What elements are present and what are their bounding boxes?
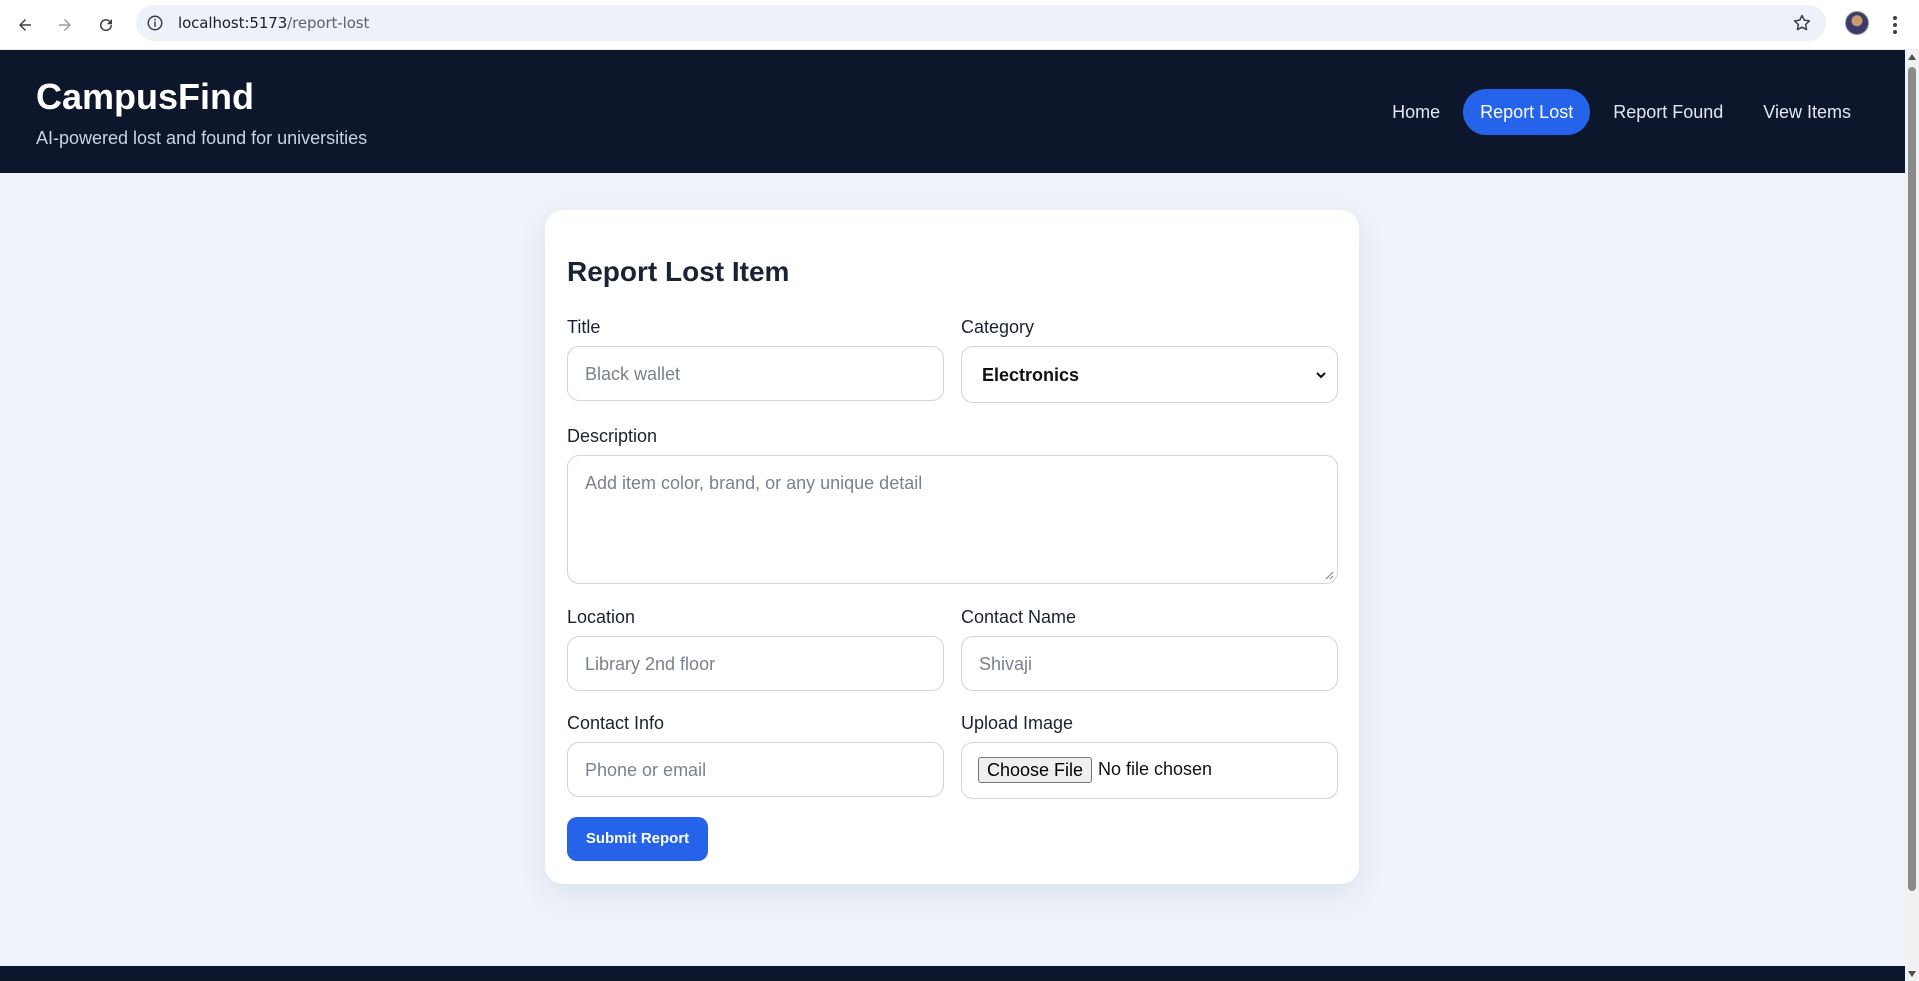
report-lost-card: Report Lost Item Title Black wallet Cate… (545, 210, 1359, 884)
contact-info-input[interactable]: Phone or email (567, 742, 944, 797)
reload-icon[interactable] (92, 11, 120, 39)
url-text: localhost:5173/report-lost (178, 14, 369, 32)
nav-report-lost[interactable]: Report Lost (1463, 89, 1591, 135)
brand-subtitle: AI-powered lost and found for universiti… (36, 128, 368, 148)
contact-name-label: Contact Name (961, 607, 1077, 627)
contact-info-label: Contact Info (567, 713, 665, 733)
contact-name-input[interactable]: Shivaji (961, 636, 1338, 691)
contact-info-placeholder: Phone or email (585, 760, 707, 780)
scroll-up-icon[interactable] (1908, 54, 1916, 60)
form-heading: Report Lost Item (567, 256, 790, 287)
bookmark-star-icon[interactable] (1792, 13, 1812, 33)
location-input[interactable]: Library 2nd floor (567, 636, 944, 691)
description-placeholder: Add item color, brand, or any unique det… (585, 473, 923, 493)
submit-report-button[interactable]: Submit Report (567, 817, 708, 861)
nav-view-items[interactable]: View Items (1746, 89, 1868, 135)
choose-file-button[interactable]: Choose File (978, 757, 1093, 783)
footer (0, 966, 1905, 981)
upload-image-field[interactable]: Choose File No file chosen (961, 742, 1338, 799)
nav-report-found[interactable]: Report Found (1596, 89, 1740, 135)
description-label: Description (567, 426, 658, 446)
scrollbar-thumb[interactable] (1908, 67, 1916, 891)
title-input[interactable]: Black wallet (567, 346, 944, 401)
category-value: Electronics (982, 365, 1080, 385)
scroll-down-icon[interactable] (1908, 971, 1916, 977)
browser-toolbar: localhost:5173/report-lost (0, 0, 1919, 50)
site-info-icon[interactable] (146, 14, 164, 32)
brand-title[interactable]: CampusFind (36, 76, 254, 118)
browser-menu-icon[interactable] (1885, 11, 1905, 39)
page-scrollbar[interactable] (1905, 50, 1919, 981)
category-label: Category (961, 317, 1035, 337)
forward-icon[interactable] (51, 11, 79, 39)
url-host: localhost:5173 (178, 14, 288, 32)
title-label: Title (567, 317, 601, 337)
nav-home[interactable]: Home (1375, 89, 1457, 135)
app-header: CampusFind AI-powered lost and found for… (0, 50, 1905, 173)
address-bar[interactable]: localhost:5173/report-lost (136, 5, 1826, 41)
location-placeholder: Library 2nd floor (585, 654, 716, 674)
location-label: Location (567, 607, 636, 627)
title-placeholder: Black wallet (585, 364, 681, 384)
no-file-text: No file chosen (1098, 759, 1213, 779)
contact-name-placeholder: Shivaji (979, 654, 1033, 674)
category-select[interactable]: Electronics (961, 346, 1338, 403)
chevron-down-icon (1316, 372, 1326, 379)
url-path: /report-lost (287, 14, 370, 32)
back-icon[interactable] (11, 11, 39, 39)
upload-image-label: Upload Image (961, 713, 1074, 733)
main-nav: Home Report Lost Report Found View Items (1375, 89, 1868, 135)
description-textarea[interactable]: Add item color, brand, or any unique det… (567, 455, 1338, 584)
resize-handle-icon[interactable] (1324, 570, 1334, 580)
profile-avatar[interactable] (1845, 11, 1869, 35)
